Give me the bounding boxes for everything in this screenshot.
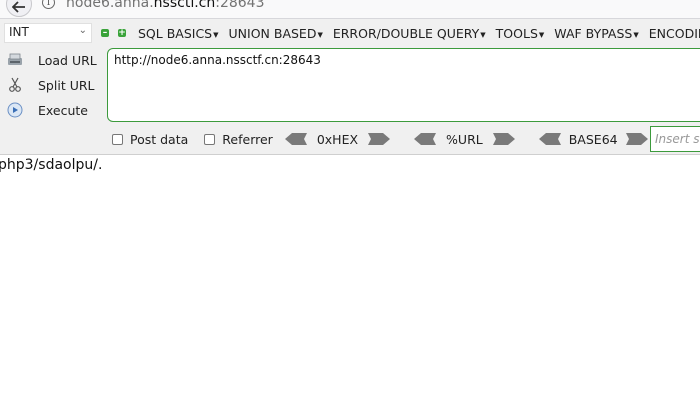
post-data-label: Post data [130,131,189,147]
post-data-checkbox[interactable] [112,133,123,145]
menu-label: SQL BASICS [138,26,213,41]
caret-down-icon: ▼ [633,30,639,39]
caret-down-icon: ▼ [538,30,545,39]
menu-label: UNION BASED [228,26,317,41]
url-textarea-value: http://node6.anna.nssctf.cn:28643 [114,53,321,67]
insert-string-input[interactable]: Insert string to replace [650,126,700,152]
url-decode-arrow-icon[interactable] [414,133,437,145]
info-icon[interactable]: i [42,0,55,9]
load-icon [6,52,24,68]
execute-label: Execute [38,102,88,118]
url-textarea[interactable]: http://node6.anna.nssctf.cn:28643 [107,48,700,122]
caret-down-icon: ▼ [213,30,219,39]
split-url-label: Split URL [38,77,95,93]
base64-decode-arrow-icon[interactable] [538,133,561,145]
split-url-button[interactable]: Split URL [6,75,95,95]
menu-label: ERROR/DOUBLE QUERY [332,26,480,41]
referrer-label: Referrer [222,131,273,147]
back-arrow-icon[interactable] [6,0,32,17]
load-url-button[interactable]: Load URL [6,50,97,70]
page-body-text: php3/sdaolpu/. [0,157,103,173]
scissors-icon [6,77,24,93]
url-encode-arrow-icon[interactable] [492,133,515,145]
menu-tools[interactable]: TOOLS▼ [496,26,545,41]
chevron-down-icon: ⌄ [78,25,87,36]
url-host: nssctf.cn [153,0,216,11]
hackbar-menu: SQL BASICS▼ UNION BASED▼ ERROR/DOUBLE QU… [138,26,700,41]
menu-waf-bypass[interactable]: WAF BYPASS▼ [554,26,638,41]
hex-encode-arrow-icon[interactable] [368,133,391,145]
url-suffix: :28643 [215,0,265,11]
caret-down-icon: ▼ [317,30,323,39]
hackbar-menubar: INT ⌄ – + SQL BASICS▼ UNION BASED▼ ERROR… [0,19,700,47]
url-label: %URL [446,131,483,147]
hackbar-options: Post data Referrer 0xHEX %URL BASE64 [112,128,648,150]
hackbar-panel: INT ⌄ – + SQL BASICS▼ UNION BASED▼ ERROR… [0,19,700,155]
browser-url-bar: i node6.anna.nssctf.cn:28643 [0,0,700,19]
referrer-checkbox[interactable] [204,133,216,145]
menu-label: WAF BYPASS [554,26,633,41]
play-icon [6,102,24,118]
menu-label: TOOLS [495,26,538,41]
menu-label: ENCODING [648,26,700,41]
insert-placeholder: Insert string to replace [655,132,700,146]
plus-icon[interactable]: + [118,29,126,38]
menu-encoding[interactable]: ENCODING▼ [649,26,700,41]
minus-icon[interactable]: – [101,29,109,38]
base64-encode-arrow-icon[interactable] [625,133,648,145]
load-url-label: Load URL [38,52,97,68]
menu-sql-basics[interactable]: SQL BASICS▼ [138,26,219,41]
execute-button[interactable]: Execute [6,100,88,120]
hex-label: 0xHEX [316,131,359,147]
menu-union-based[interactable]: UNION BASED▼ [229,26,323,41]
url-prefix: node6.anna. [66,0,154,11]
base64-label: BASE64 [568,131,618,147]
menu-error-double-query[interactable]: ERROR/DOUBLE QUERY▼ [333,26,486,41]
type-select[interactable]: INT ⌄ [4,23,92,43]
hex-decode-arrow-icon[interactable] [284,133,307,145]
address-text[interactable]: node6.anna.nssctf.cn:28643 [66,0,265,11]
type-select-value: INT [9,25,29,39]
caret-down-icon: ▼ [480,30,486,39]
